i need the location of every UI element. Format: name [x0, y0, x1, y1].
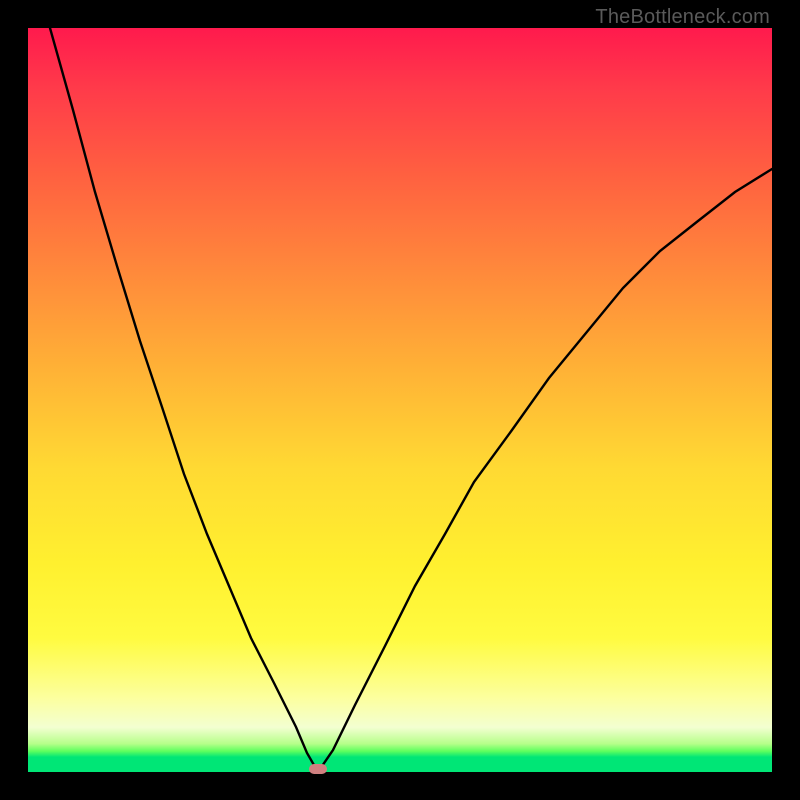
- curve-left-branch: [50, 28, 318, 772]
- curve-right-branch: [318, 169, 772, 772]
- optimal-marker: [309, 764, 327, 774]
- chart-frame: TheBottleneck.com: [0, 0, 800, 800]
- bottleneck-curve: [28, 28, 772, 772]
- plot-area: [28, 28, 772, 772]
- watermark-text: TheBottleneck.com: [595, 6, 770, 29]
